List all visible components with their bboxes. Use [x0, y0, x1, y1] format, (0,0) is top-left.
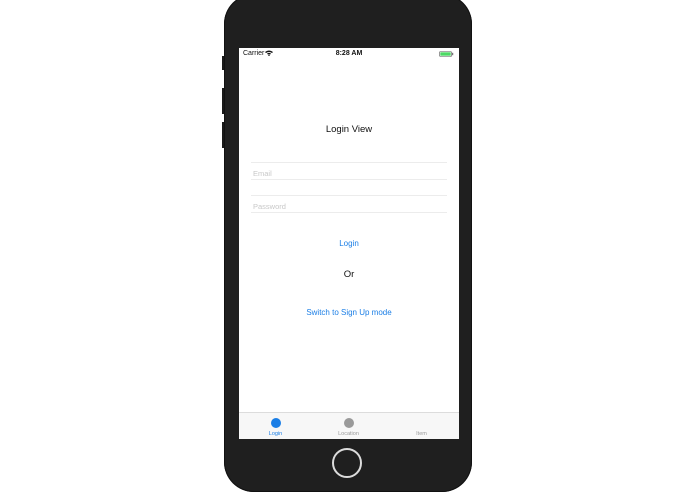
password-field — [251, 195, 451, 215]
status-bar: Carrier 8:28 AM — [239, 48, 459, 60]
switch-to-sign-up-button[interactable]: Switch to Sign Up mode — [239, 308, 459, 317]
or-label: Or — [343, 269, 355, 280]
tab-bar: Login Location Item — [239, 412, 459, 439]
status-time: 8:28 AM — [335, 50, 363, 57]
password-input[interactable] — [251, 198, 451, 215]
login-button[interactable]: Login — [239, 239, 459, 248]
email-field — [251, 162, 451, 182]
tab-location[interactable]: Location — [312, 413, 385, 439]
login-view-title: Login View — [325, 124, 373, 135]
tab-label-item: Item — [416, 431, 427, 437]
tab-label-location: Location — [338, 431, 359, 437]
home-button[interactable] — [332, 448, 362, 478]
location-tab-icon — [343, 418, 354, 428]
battery-icon — [439, 51, 454, 57]
tab-login[interactable]: Login — [239, 413, 312, 439]
phone-screen: Carrier 8:28 AM Login View Login Or Swit… — [239, 48, 459, 439]
tab-item[interactable]: Item — [385, 413, 458, 439]
email-input[interactable] — [251, 165, 451, 182]
tab-label-login: Login — [268, 431, 283, 437]
login-tab-icon — [270, 418, 281, 428]
item-tab-icon — [417, 418, 427, 428]
